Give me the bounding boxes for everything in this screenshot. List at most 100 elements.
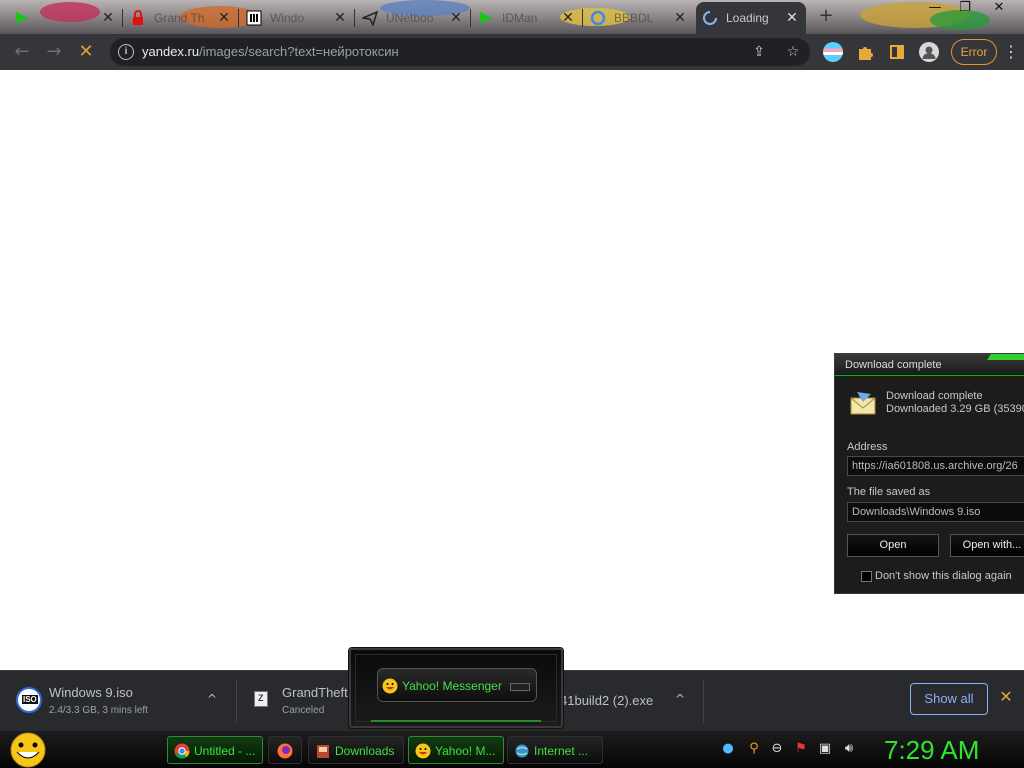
tab-separator bbox=[122, 9, 123, 27]
google-g-icon bbox=[590, 10, 606, 26]
close-icon[interactable]: ✕ bbox=[100, 10, 116, 26]
tab-unetbootin[interactable]: UNetboo ✕ bbox=[356, 4, 471, 32]
loading-spinner-icon bbox=[702, 10, 718, 26]
download-filename: Windows 9.iso bbox=[49, 685, 133, 700]
dialog-title-bar: Download complete bbox=[835, 354, 1024, 376]
taskbar-label: Internet ... bbox=[534, 744, 589, 758]
browser-menu-button[interactable]: ⋮ bbox=[1003, 42, 1019, 62]
extensions-puzzle-icon[interactable] bbox=[855, 42, 875, 62]
url-text[interactable]: yandex.ru/images/search?text=нейротоксин bbox=[142, 44, 399, 59]
profile-error-button[interactable]: Error bbox=[951, 39, 997, 65]
taskbar-button-internet[interactable]: Internet ... bbox=[507, 736, 603, 764]
yahoo-messenger-popup: Yahoo! Messenger bbox=[349, 648, 563, 728]
saved-as-label: The file saved as bbox=[847, 486, 931, 498]
download-filename: 41build2 (2).exe bbox=[560, 693, 654, 708]
internet-globe-icon bbox=[514, 743, 530, 759]
tab-separator bbox=[582, 9, 583, 27]
network-tray-icon[interactable]: ▣ bbox=[817, 741, 833, 757]
open-with-button[interactable]: Open with... bbox=[950, 534, 1024, 557]
download-item-windows-iso[interactable]: ISO Windows 9.iso 2.4/3.3 GB, 3 mins lef… bbox=[10, 677, 232, 725]
saved-path-field[interactable]: Downloads\Windows 9.iso bbox=[847, 502, 1024, 522]
chevron-up-icon[interactable]: ^ bbox=[204, 691, 220, 707]
download-status: Canceled bbox=[282, 705, 325, 716]
url-host: yandex.ru bbox=[142, 44, 200, 59]
status-tray-icon[interactable]: ⊖ bbox=[769, 741, 785, 757]
browser-toolbar: ← → ✕ i yandex.ru/images/search?text=ней… bbox=[0, 34, 1024, 70]
search-tray-icon[interactable]: ⚲ bbox=[746, 741, 762, 757]
tab-title: Loading bbox=[726, 11, 769, 25]
downloads-folder-icon bbox=[315, 743, 331, 759]
tab-google[interactable]: BBBDL ✕ bbox=[584, 4, 694, 32]
share-icon[interactable]: ⇪ bbox=[750, 43, 768, 61]
taskbar-button-firefox[interactable] bbox=[268, 736, 302, 764]
dont-show-label: Don't show this dialog again bbox=[875, 570, 1012, 582]
dont-show-checkbox[interactable] bbox=[861, 571, 872, 582]
idm-green-arrow-icon bbox=[14, 10, 30, 26]
downloaded-size-text: Downloaded 3.29 GB (35390 bbox=[886, 403, 1024, 415]
tab-loading[interactable]: Loading ✕ bbox=[696, 2, 806, 34]
taskbar-label: Downloads bbox=[335, 744, 395, 758]
back-button[interactable]: ← bbox=[10, 40, 34, 64]
yahoo-messenger-button[interactable]: Yahoo! Messenger bbox=[377, 668, 537, 702]
tab-title: UNetboo bbox=[386, 11, 434, 25]
download-filename: GrandTheftA bbox=[282, 685, 352, 700]
tab-windows[interactable]: Windo ✕ bbox=[240, 4, 355, 32]
window-close-button[interactable]: ✕ bbox=[984, 0, 1014, 18]
chrome-icon bbox=[174, 743, 190, 759]
tab-title: IDMan bbox=[502, 11, 538, 25]
decoration bbox=[987, 354, 1024, 360]
tab-idm[interactable]: ✕ bbox=[8, 4, 123, 32]
close-icon[interactable]: ✕ bbox=[216, 10, 232, 26]
decoration bbox=[371, 720, 541, 722]
download-complete-heading: Download complete bbox=[886, 390, 983, 402]
tab-separator bbox=[470, 9, 471, 27]
close-shelf-button[interactable]: ✕ bbox=[996, 687, 1016, 707]
taskbar-label: Yahoo! M... bbox=[435, 744, 496, 758]
address-field[interactable]: https://ia601808.us.archive.org/26 bbox=[847, 456, 1024, 476]
tab-grand-theft[interactable]: Grand Th ✕ bbox=[124, 4, 239, 32]
envelope-icon bbox=[849, 390, 877, 416]
tab-title: BBBDL bbox=[614, 11, 654, 25]
dialog-title: Download complete bbox=[845, 359, 942, 371]
maximize-button[interactable]: ❐ bbox=[950, 0, 980, 18]
taskbar-button-downloads[interactable]: Downloads bbox=[308, 736, 404, 764]
close-icon[interactable]: ✕ bbox=[448, 10, 464, 26]
show-all-downloads-button[interactable]: Show all bbox=[910, 683, 988, 715]
action-center-flag-icon[interactable]: ⚑ bbox=[793, 741, 809, 757]
tab-title: Windo bbox=[270, 11, 305, 25]
minimize-button[interactable]: — bbox=[920, 0, 950, 18]
flag-extension-icon[interactable] bbox=[823, 42, 843, 62]
address-bar[interactable]: i yandex.ru/images/search?text=нейротокс… bbox=[110, 38, 810, 66]
new-tab-button[interactable]: + bbox=[816, 6, 836, 26]
close-icon[interactable]: ✕ bbox=[672, 10, 688, 26]
side-panel-icon[interactable] bbox=[887, 42, 907, 62]
bookmark-star-icon[interactable]: ☆ bbox=[784, 43, 802, 61]
taskbar-button-chrome[interactable]: Untitled - ... bbox=[167, 736, 263, 764]
close-icon[interactable]: ✕ bbox=[332, 10, 348, 26]
minimize-bar-icon[interactable] bbox=[510, 683, 530, 691]
taskbar-button-yahoo[interactable]: Yahoo! M... bbox=[408, 736, 504, 764]
taskbar-clock[interactable]: 7:29 AM bbox=[884, 735, 979, 766]
close-icon[interactable]: ✕ bbox=[784, 10, 800, 26]
chevron-up-icon[interactable]: ^ bbox=[672, 691, 688, 707]
zip-file-icon: Z bbox=[254, 691, 268, 707]
shelf-divider bbox=[703, 679, 704, 723]
yahoo-smiley-icon bbox=[382, 678, 398, 694]
address-label: Address bbox=[847, 441, 888, 453]
download-item-grandtheft[interactable]: Z GrandTheftA Canceled bbox=[246, 677, 356, 725]
open-button[interactable]: Open bbox=[847, 534, 939, 557]
network-globe-tray-icon[interactable]: ● bbox=[720, 741, 736, 757]
close-icon[interactable]: ✕ bbox=[560, 10, 576, 26]
site-info-icon[interactable]: i bbox=[118, 44, 134, 60]
stop-loading-button[interactable]: ✕ bbox=[74, 40, 98, 64]
forward-button[interactable]: → bbox=[42, 40, 66, 64]
url-path: /images/search?text=нейротоксин bbox=[199, 44, 399, 59]
download-item-exe[interactable]: 41build2 (2).exe ^ bbox=[560, 677, 700, 725]
tab-separator bbox=[238, 9, 239, 27]
tab-idman[interactable]: IDMan ✕ bbox=[472, 4, 583, 32]
taskbar-label: Untitled - ... bbox=[194, 744, 256, 758]
volume-tray-icon[interactable]: 🔊︎ bbox=[841, 741, 857, 757]
shelf-divider bbox=[236, 679, 237, 723]
start-smiley-icon[interactable] bbox=[8, 731, 48, 768]
profile-avatar-icon[interactable] bbox=[919, 42, 939, 62]
